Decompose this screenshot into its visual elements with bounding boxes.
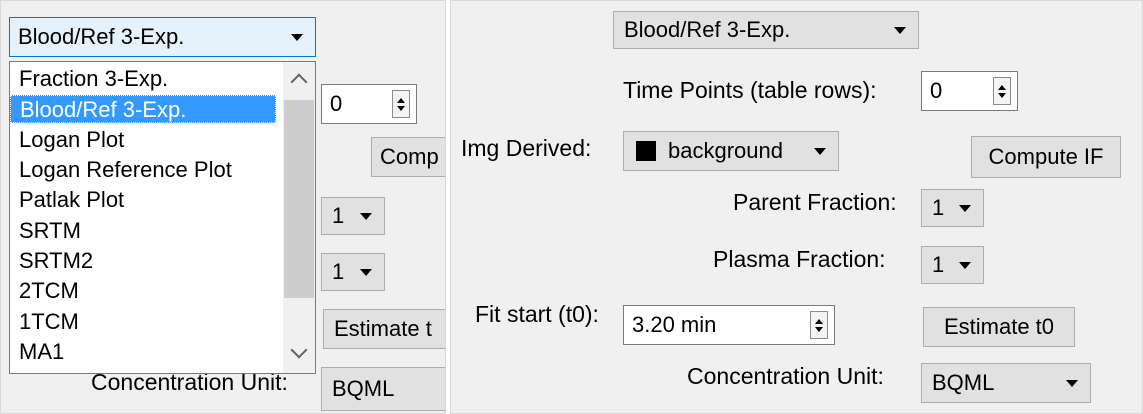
estimate-t0-button[interactable]: Estimate t0	[923, 307, 1075, 347]
model-option[interactable]: 1TCM	[10, 308, 285, 336]
concentration-unit-select[interactable]: BQML	[921, 363, 1091, 403]
img-derived-select[interactable]: background	[623, 131, 839, 171]
compute-button-label: Comp	[380, 144, 439, 169]
plasma-fraction-select[interactable]: 1	[921, 246, 984, 284]
model-option[interactable]: Logan Plot	[10, 126, 285, 154]
color-swatch-icon	[636, 141, 656, 161]
img-derived-value: background	[668, 138, 783, 163]
model-option[interactable]: 2TCM	[10, 277, 285, 305]
caret-down-icon	[360, 268, 372, 276]
spinner-icon[interactable]	[993, 77, 1011, 105]
model-option[interactable]: SRTM	[10, 217, 285, 245]
scrollbar-thumb[interactable]	[284, 100, 314, 298]
chevron-down-icon[interactable]	[290, 341, 308, 359]
estimate-button-label: Estimate t	[334, 316, 432, 341]
concentration-unit-value: BQML	[932, 370, 995, 395]
caret-down-icon	[814, 147, 826, 155]
spinner-icon[interactable]	[392, 90, 410, 118]
estimate-t0-button-label: Estimate t0	[943, 314, 1055, 339]
parent-fraction-label: Parent Fraction:	[733, 189, 897, 215]
caret-down-icon	[360, 212, 372, 220]
time-points-spinner[interactable]: 0	[921, 71, 1018, 111]
caret-down-icon	[1066, 379, 1078, 387]
plasma-fraction-value: 1	[932, 252, 945, 277]
left-panel: 0 Comp 1 1 Estimate t Concentration Unit…	[0, 0, 446, 414]
time-points-label: Time Points (table rows):	[623, 77, 877, 103]
time-points-spinner[interactable]: 0	[321, 84, 417, 124]
parent-fraction-select[interactable]: 1	[321, 197, 385, 235]
model-option[interactable]: Fraction 3-Exp.	[10, 65, 285, 93]
parent-fraction-select[interactable]: 1	[921, 189, 984, 227]
plasma-fraction-value: 1	[332, 259, 345, 284]
fit-start-value: 3.20 min	[632, 312, 717, 337]
parent-fraction-value: 1	[332, 203, 345, 228]
model-dropdown-list[interactable]: Fraction 3-Exp. Blood/Ref 3-Exp. Logan P…	[9, 61, 316, 374]
right-panel: Blood/Ref 3-Exp. Time Points (table rows…	[450, 0, 1143, 414]
fit-start-spinner[interactable]: 3.20 min	[623, 305, 835, 345]
concentration-unit-select[interactable]: BQML	[321, 367, 445, 411]
concentration-unit-value: BQML	[332, 376, 395, 401]
model-option-selected[interactable]: Blood/Ref 3-Exp.	[10, 95, 276, 123]
compute-if-button[interactable]: Compute IF	[971, 136, 1121, 178]
parent-fraction-value: 1	[932, 195, 945, 220]
time-points-value: 0	[330, 91, 343, 116]
caret-down-icon	[894, 26, 906, 34]
model-option[interactable]: MA1	[10, 338, 285, 366]
model-select[interactable]: Blood/Ref 3-Exp.	[613, 11, 919, 49]
model-option[interactable]: Patlak Plot	[10, 186, 285, 214]
img-derived-label: Img Derived:	[461, 135, 592, 161]
concentration-unit-label: Concentration Unit:	[687, 363, 884, 389]
model-select-value: Blood/Ref 3-Exp.	[18, 24, 185, 49]
model-select[interactable]: Blood/Ref 3-Exp.	[9, 17, 316, 57]
chevron-up-icon[interactable]	[290, 73, 308, 91]
caret-down-icon	[291, 33, 303, 41]
time-points-value: 0	[930, 78, 943, 103]
estimate-t0-button[interactable]: Estimate t	[323, 309, 445, 349]
compute-button[interactable]: Comp	[371, 137, 445, 177]
model-option[interactable]: Logan Reference Plot	[10, 156, 285, 184]
spinner-icon[interactable]	[810, 311, 828, 339]
compute-if-button-label: Compute IF	[988, 144, 1104, 169]
caret-down-icon	[959, 204, 971, 212]
model-select-value: Blood/Ref 3-Exp.	[624, 17, 791, 42]
model-option[interactable]: SRTM2	[10, 247, 285, 275]
dropdown-scrollbar[interactable]	[283, 62, 315, 373]
fit-start-label: Fit start (t0):	[475, 301, 599, 327]
caret-down-icon	[959, 261, 971, 269]
plasma-fraction-select[interactable]: 1	[321, 253, 385, 291]
plasma-fraction-label: Plasma Fraction:	[713, 246, 886, 272]
